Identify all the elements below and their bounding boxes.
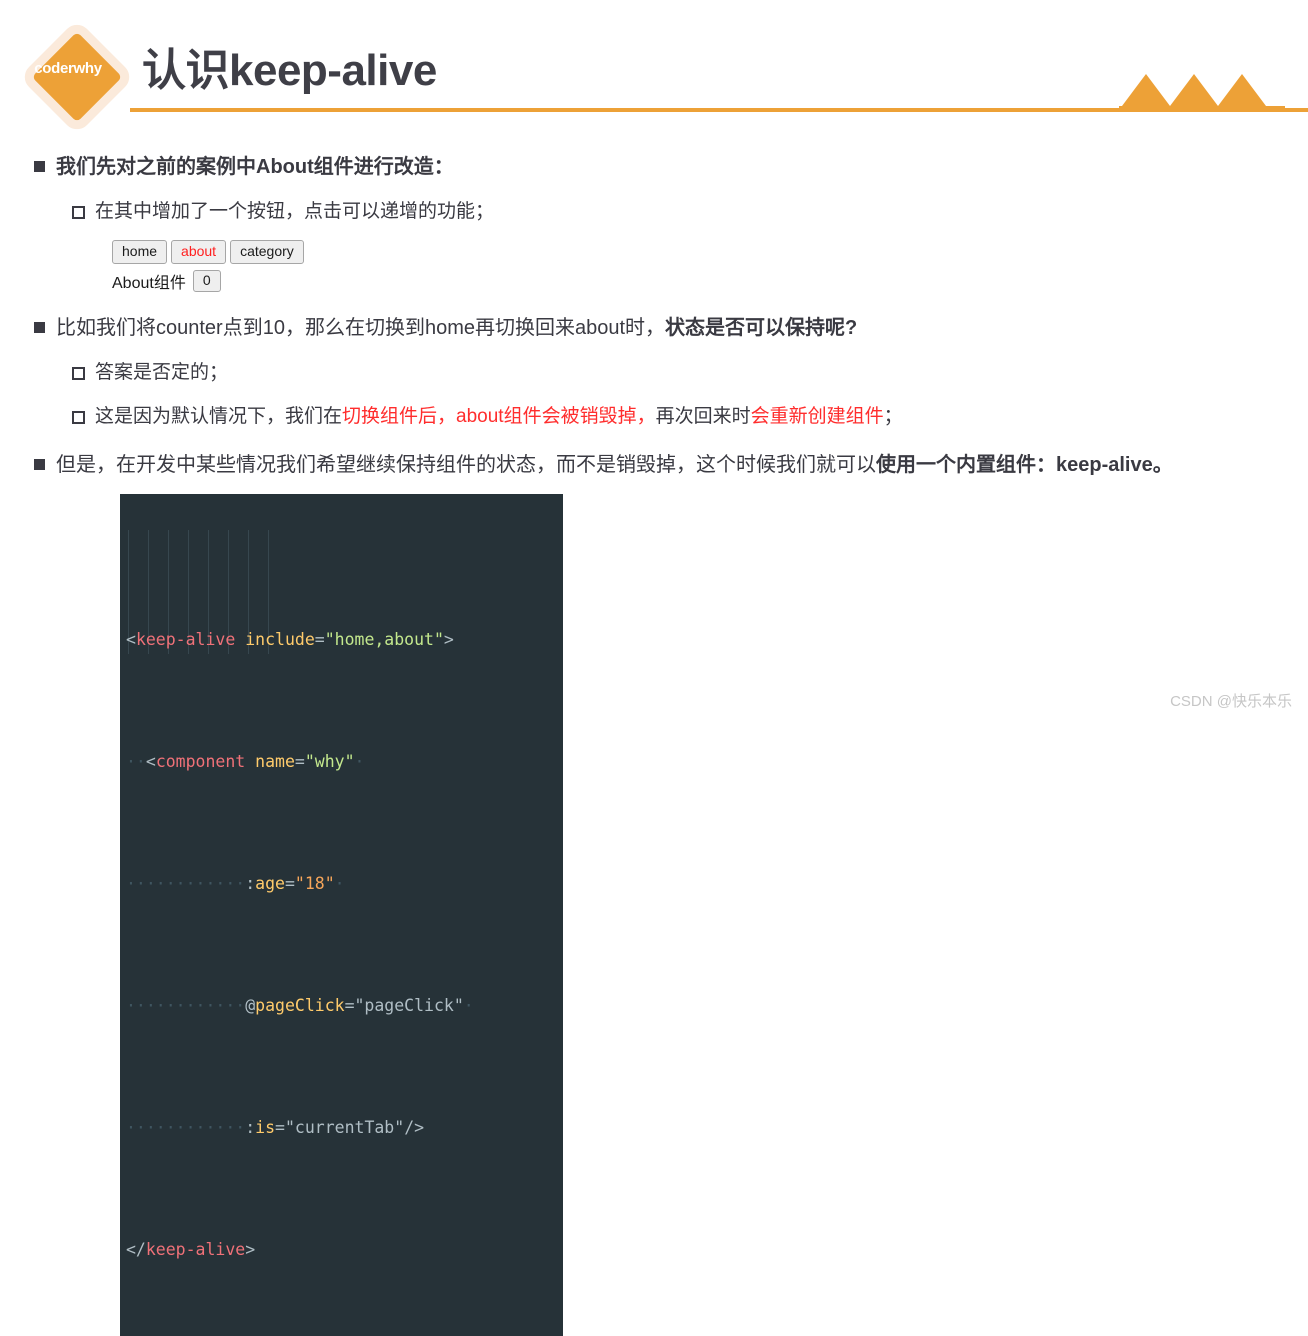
bullet-3-text: 但是，在开发中某些情况我们希望继续保持组件的状态，而不是销毁掉，这个时候我们就可…	[56, 450, 1288, 480]
sub-2-red-2: about组件会被销毁掉，	[456, 406, 656, 427]
hollow-square-bullet-icon	[72, 367, 85, 380]
mini-tab-category[interactable]: category	[230, 240, 304, 264]
sub-2-part-3: ；	[883, 406, 903, 427]
code-event-at: @	[245, 996, 256, 1015]
mini-tab-home[interactable]: home	[112, 240, 168, 264]
code-open-bracket: <	[145, 752, 156, 771]
filled-square-bullet-icon	[34, 459, 45, 470]
code-string-name-value: "why"	[304, 752, 355, 771]
mini-tab-bar: home about category	[112, 240, 1288, 264]
bullet-item-2-sub-2: 这是因为默认情况下，我们在切换组件后，about组件会被销毁掉，再次回来时会重新…	[72, 403, 1288, 431]
code-closing-open-bracket: </	[126, 1240, 146, 1259]
code-indent-dots: ············	[126, 874, 246, 893]
code-line-2: ··<component name="why"·	[120, 747, 563, 778]
hollow-square-bullet-icon	[72, 206, 85, 219]
code-tag-component: component	[155, 752, 246, 771]
code-space-dot	[245, 752, 255, 771]
code-bind-colon: :	[245, 1118, 256, 1137]
code-attr-is: is	[255, 1118, 276, 1137]
coderwhy-logo: coderwhy	[19, 19, 135, 135]
slide-header: coderwhy 认识keep-alive	[0, 0, 1308, 135]
code-attr-pageclick: pageClick	[255, 996, 345, 1015]
bullet-2-text: 比如我们将counter点到10，那么在切换到home再切换回来about时，状…	[56, 313, 1288, 343]
bullet-item-1-sub-1: 在其中增加了一个按钮，点击可以递增的功能；	[72, 198, 1288, 226]
code-equals: =	[294, 752, 305, 771]
csdn-watermark: CSDN @快乐本乐	[1170, 693, 1292, 710]
filled-square-bullet-icon	[34, 322, 45, 333]
bullet-item-2: 比如我们将counter点到10，那么在切换到home再切换回来about时，状…	[34, 313, 1288, 343]
code-line-3: ············:age="18"·	[120, 869, 563, 900]
code-self-close: />	[404, 1118, 425, 1137]
bullet-item-3: 但是，在开发中某些情况我们希望继续保持组件的状态，而不是销毁掉，这个时候我们就可…	[34, 450, 1288, 480]
code-line-4: ············@pageClick="pageClick"·	[120, 991, 563, 1022]
bullet-3-plain: 但是，在开发中某些情况我们希望继续保持组件的状态，而不是销毁掉，这个时候我们就可…	[56, 454, 876, 476]
code-attr-name: name	[255, 752, 295, 771]
code-equals: =	[284, 874, 295, 893]
sub-2-part-1: 这是因为默认情况下，我们在	[95, 406, 343, 427]
code-line-1: <keep-alive include="home,about">	[120, 625, 563, 656]
sub-2-red-3: 会重新创建组件	[750, 406, 884, 427]
filled-square-bullet-icon	[34, 161, 45, 172]
bullet-2-bold: 状态是否可以保持呢?	[665, 317, 858, 339]
code-open-bracket: <	[126, 630, 136, 649]
code-equals: =	[314, 630, 325, 649]
indent-guides	[120, 494, 563, 1336]
code-attr-age: age	[255, 874, 285, 893]
bullet-2-plain: 比如我们将counter点到10，那么在切换到home再切换回来about时，	[56, 317, 666, 339]
sub-2-part-2: 再次回来时	[655, 406, 751, 427]
mini-status-row: About组件 0	[112, 269, 1288, 293]
bullet-2-sub-1-text: 答案是否定的；	[95, 362, 229, 383]
code-equals: =	[275, 1118, 285, 1137]
code-trailing-dot: ·	[463, 996, 474, 1015]
code-line-6: </keep-alive>	[120, 1235, 563, 1266]
code-tag-keep-alive: keep-alive	[135, 630, 236, 649]
code-value-currenttab: "currentTab"	[284, 1118, 405, 1137]
logo-label: coderwhy	[34, 59, 102, 77]
bullet-3-bold: 使用一个内置组件：keep-alive。	[876, 454, 1173, 476]
code-equals: =	[344, 996, 355, 1015]
bullet-1-text: 我们先对之前的案例中About组件进行改造：	[56, 156, 454, 178]
code-trailing-dot: ·	[334, 874, 345, 893]
slide-content: 我们先对之前的案例中About组件进行改造： 在其中增加了一个按钮，点击可以递增…	[0, 152, 1308, 1336]
bullet-1-sub-1-text: 在其中增加了一个按钮，点击可以递增的功能；	[95, 201, 495, 222]
code-space-dot	[235, 630, 245, 649]
sub-2-red-1: 切换组件后，	[342, 406, 457, 427]
mini-counter-button[interactable]: 0	[192, 270, 221, 292]
code-close-bracket: >	[245, 1240, 256, 1259]
embedded-app-screenshot: home about category About组件 0	[112, 240, 1288, 293]
code-attr-include: include	[245, 630, 315, 649]
code-bind-colon: :	[245, 874, 256, 893]
code-snippet-block: <keep-alive include="home,about"> ··<com…	[120, 494, 563, 1336]
bullet-item-1: 我们先对之前的案例中About组件进行改造：	[34, 152, 1288, 182]
mountains-decoration	[1119, 74, 1285, 110]
page-title: 认识keep-alive	[142, 46, 437, 95]
hollow-square-bullet-icon	[72, 411, 85, 424]
bullet-2-sub-2-text: 这是因为默认情况下，我们在切换组件后，about组件会被销毁掉，再次回来时会重新…	[95, 403, 1288, 431]
code-trailing-dot: ·	[354, 752, 365, 771]
mini-tab-about[interactable]: about	[171, 240, 227, 264]
code-line-5: ············:is="currentTab"/>	[120, 1113, 563, 1144]
code-close-bracket: >	[443, 630, 454, 649]
code-value-age: "18"	[294, 874, 335, 893]
code-closing-tag-keep-alive: keep-alive	[145, 1240, 246, 1259]
code-indent-dots: ············	[126, 1118, 246, 1137]
code-indent-dots: ············	[126, 996, 246, 1015]
mini-status-label: About组件	[112, 275, 186, 292]
code-string-include-value: "home,about"	[324, 630, 444, 649]
code-value-pageclick: "pageClick"	[354, 996, 464, 1015]
code-indent-dots: ··	[126, 752, 146, 771]
bullet-item-2-sub-1: 答案是否定的；	[72, 359, 1288, 387]
